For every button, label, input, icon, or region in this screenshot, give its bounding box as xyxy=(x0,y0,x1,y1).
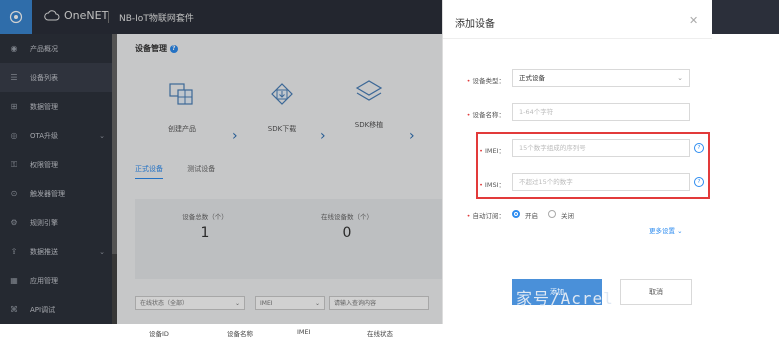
divider xyxy=(443,38,712,39)
device-type-label: • 设备类型： xyxy=(466,77,506,85)
modal-title: 添加设备 xyxy=(455,19,495,30)
more-settings-link[interactable]: 更多设置 ⌄ xyxy=(649,225,683,235)
highlight-box xyxy=(476,132,710,199)
watermark: 家号/Acrel xyxy=(516,289,614,308)
auto-subscribe-label: • 自动订阅： xyxy=(466,212,506,220)
radio-off-label[interactable]: 关闭 xyxy=(561,210,574,220)
device-name-label: • 设备名称： xyxy=(466,111,506,119)
radio-on-label[interactable]: 开启 xyxy=(525,210,538,220)
radio-off[interactable] xyxy=(548,210,556,218)
close-icon[interactable]: ✕ xyxy=(689,14,698,27)
column-header: IMEI xyxy=(297,328,311,336)
column-header: 设备名称 xyxy=(227,330,253,338)
cancel-button[interactable]: 取消 xyxy=(620,279,692,305)
chevron-down-icon: ⌄ xyxy=(677,74,683,82)
device-type-value: 正式设备 xyxy=(519,74,545,82)
radio-on[interactable] xyxy=(512,210,520,218)
field-label-text: 设备名称： xyxy=(472,111,506,119)
field-label-text: 设备类型： xyxy=(472,77,506,85)
column-header: 在线状态 xyxy=(367,330,393,338)
column-header: 设备ID xyxy=(149,330,169,338)
field-label-text: 自动订阅： xyxy=(472,212,506,220)
device-name-input[interactable]: 1-64个字符 xyxy=(512,103,690,121)
modal-overlay[interactable] xyxy=(0,0,442,324)
device-name-placeholder: 1-64个字符 xyxy=(519,108,554,116)
device-type-select[interactable]: 正式设备 ⌄ xyxy=(512,69,690,87)
